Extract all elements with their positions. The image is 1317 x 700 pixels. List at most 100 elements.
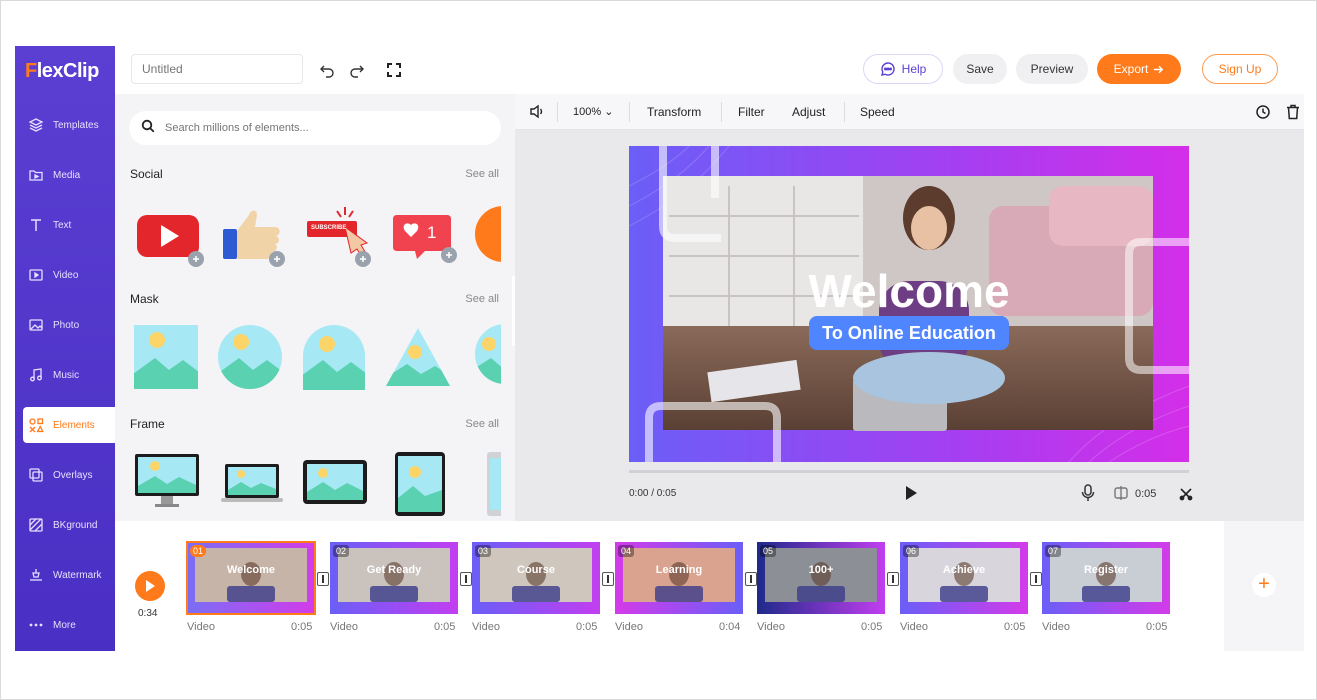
sidebar-item-more[interactable]: More: [15, 607, 115, 643]
fullscreen-icon[interactable]: [384, 60, 404, 80]
logo-text: lexClip: [36, 60, 100, 82]
export-button[interactable]: Export: [1097, 54, 1181, 84]
elements-panel: Social See all SUBSCRIBE 1 Mask See all: [115, 94, 515, 521]
triangle-mask[interactable]: [385, 324, 451, 390]
sidebar-item-overlays[interactable]: Overlays: [15, 457, 115, 493]
tablet-landscape-frame[interactable]: [301, 452, 367, 516]
clip-duration-label: 0:05: [1004, 621, 1026, 633]
sidebar-item-watermark[interactable]: Watermark: [15, 557, 115, 593]
search-input[interactable]: [165, 122, 465, 134]
help-button[interactable]: Help: [863, 54, 943, 84]
timeline-clip[interactable]: 05 100+: [757, 542, 885, 614]
logo[interactable]: FlexClip: [25, 60, 99, 83]
timeline: 0:34 01 Welcome Video 0:05 02 Get Ready Video 0…: [115, 521, 1304, 651]
music-icon: [27, 366, 45, 384]
trash-icon[interactable]: [1286, 104, 1300, 123]
clip-type-label: Video: [330, 621, 358, 633]
clip-type-label: Video: [900, 621, 928, 633]
sidebar-item-label: Music: [53, 369, 80, 381]
sidebar-item-text[interactable]: Text: [15, 207, 115, 243]
youtube-sticker[interactable]: [133, 201, 204, 267]
sidebar-item-music[interactable]: Music: [15, 357, 115, 393]
zoom-select[interactable]: 100% ⌄: [573, 105, 613, 118]
playback-progress-bar[interactable]: [629, 470, 1189, 473]
square-mask[interactable]: [133, 324, 199, 390]
canvas-title[interactable]: Welcome: [629, 264, 1189, 318]
subscribe-sticker[interactable]: SUBSCRIBE: [305, 201, 371, 267]
clip-thumbnail: [472, 542, 600, 614]
see-all-social[interactable]: See all: [465, 168, 499, 180]
photo-icon: [27, 316, 45, 334]
drop-mask[interactable]: [469, 324, 515, 390]
clip-title-text: Welcome: [226, 564, 276, 576]
thumbs-up-sticker[interactable]: [219, 201, 285, 267]
sidebar-item-photo[interactable]: Photo: [15, 307, 115, 343]
export-label: Export: [1113, 62, 1149, 76]
laptop-frame[interactable]: [219, 452, 285, 516]
transition-button[interactable]: [745, 572, 757, 586]
timeline-clip[interactable]: 06 Achieve: [900, 542, 1028, 614]
sidebar: FlexClip Templates Media Text Video Phot…: [15, 46, 115, 651]
arch-mask[interactable]: [301, 324, 367, 390]
clip-type-label: Video: [472, 621, 500, 633]
transition-icon: [1035, 575, 1037, 583]
sidebar-item-bkground[interactable]: BKground: [15, 507, 115, 543]
play-button[interactable]: [903, 484, 919, 507]
see-all-mask[interactable]: See all: [465, 293, 499, 305]
clip-title-text: Achieve: [942, 564, 986, 576]
sidebar-item-templates[interactable]: Templates: [15, 107, 115, 143]
video-canvas[interactable]: Welcome To Online Education: [629, 146, 1189, 462]
folder-icon: [27, 166, 45, 184]
phone-frame[interactable]: [485, 452, 503, 516]
volume-icon[interactable]: [529, 104, 545, 122]
transition-button[interactable]: [887, 572, 899, 586]
clock-icon[interactable]: [1255, 104, 1271, 123]
canvas-subtitle[interactable]: To Online Education: [809, 316, 1009, 350]
redo-icon[interactable]: [347, 60, 367, 80]
tablet-portrait-frame[interactable]: [393, 452, 459, 516]
sign-up-label: Sign Up: [1218, 62, 1262, 76]
undo-icon[interactable]: [317, 60, 337, 80]
adjust-tool[interactable]: Adjust: [792, 105, 825, 119]
microphone-icon[interactable]: [1081, 484, 1095, 507]
timeline-clip[interactable]: 04 Learning: [615, 542, 743, 614]
scissors-icon[interactable]: [1179, 487, 1193, 506]
sidebar-item-label: Text: [53, 219, 72, 231]
help-label: Help: [901, 62, 927, 76]
flexclip-editor: FlexClip Templates Media Text Video Phot…: [15, 46, 1304, 651]
timeline-play-button[interactable]: [135, 571, 165, 601]
timeline-clip[interactable]: 07 Register: [1042, 542, 1170, 614]
overlays-icon: [27, 466, 45, 484]
preview-button[interactable]: Preview: [1016, 54, 1088, 84]
sidebar-item-media[interactable]: Media: [15, 157, 115, 193]
add-scene-area: +: [1224, 521, 1304, 651]
filter-tool[interactable]: Filter: [738, 105, 765, 119]
sidebar-item-elements[interactable]: Elements: [23, 407, 115, 443]
transition-button[interactable]: [602, 572, 614, 586]
sign-up-button[interactable]: Sign Up: [1202, 54, 1278, 84]
transition-button[interactable]: [317, 572, 329, 586]
transition-button[interactable]: [460, 572, 472, 586]
monitor-frame[interactable]: [133, 452, 199, 516]
like-notification-sticker[interactable]: 1: [389, 201, 457, 267]
split-icon[interactable]: [1113, 485, 1129, 506]
total-duration: 0:34: [138, 608, 158, 619]
clip-number: 01: [190, 545, 207, 557]
transform-tool[interactable]: Transform: [647, 105, 701, 119]
timeline-clip[interactable]: 01 Welcome: [186, 541, 316, 615]
see-all-frame[interactable]: See all: [465, 418, 499, 430]
timeline-clip[interactable]: 03 Course: [472, 542, 600, 614]
sidebar-item-video[interactable]: Video: [15, 257, 115, 293]
project-title-input[interactable]: [131, 54, 303, 84]
orange-circle-sticker[interactable]: [471, 201, 515, 267]
toolbar-divider: [629, 102, 630, 122]
speed-tool[interactable]: Speed: [860, 105, 895, 119]
transition-button[interactable]: [1030, 572, 1042, 586]
add-scene-button[interactable]: +: [1252, 573, 1276, 597]
circle-mask[interactable]: [217, 324, 283, 390]
element-search[interactable]: [129, 111, 501, 145]
clip-title-text: Register: [1083, 564, 1129, 576]
clip-duration-label: 0:04: [719, 621, 741, 633]
save-button[interactable]: Save: [953, 54, 1007, 84]
timeline-clip[interactable]: 02 Get Ready: [330, 542, 458, 614]
